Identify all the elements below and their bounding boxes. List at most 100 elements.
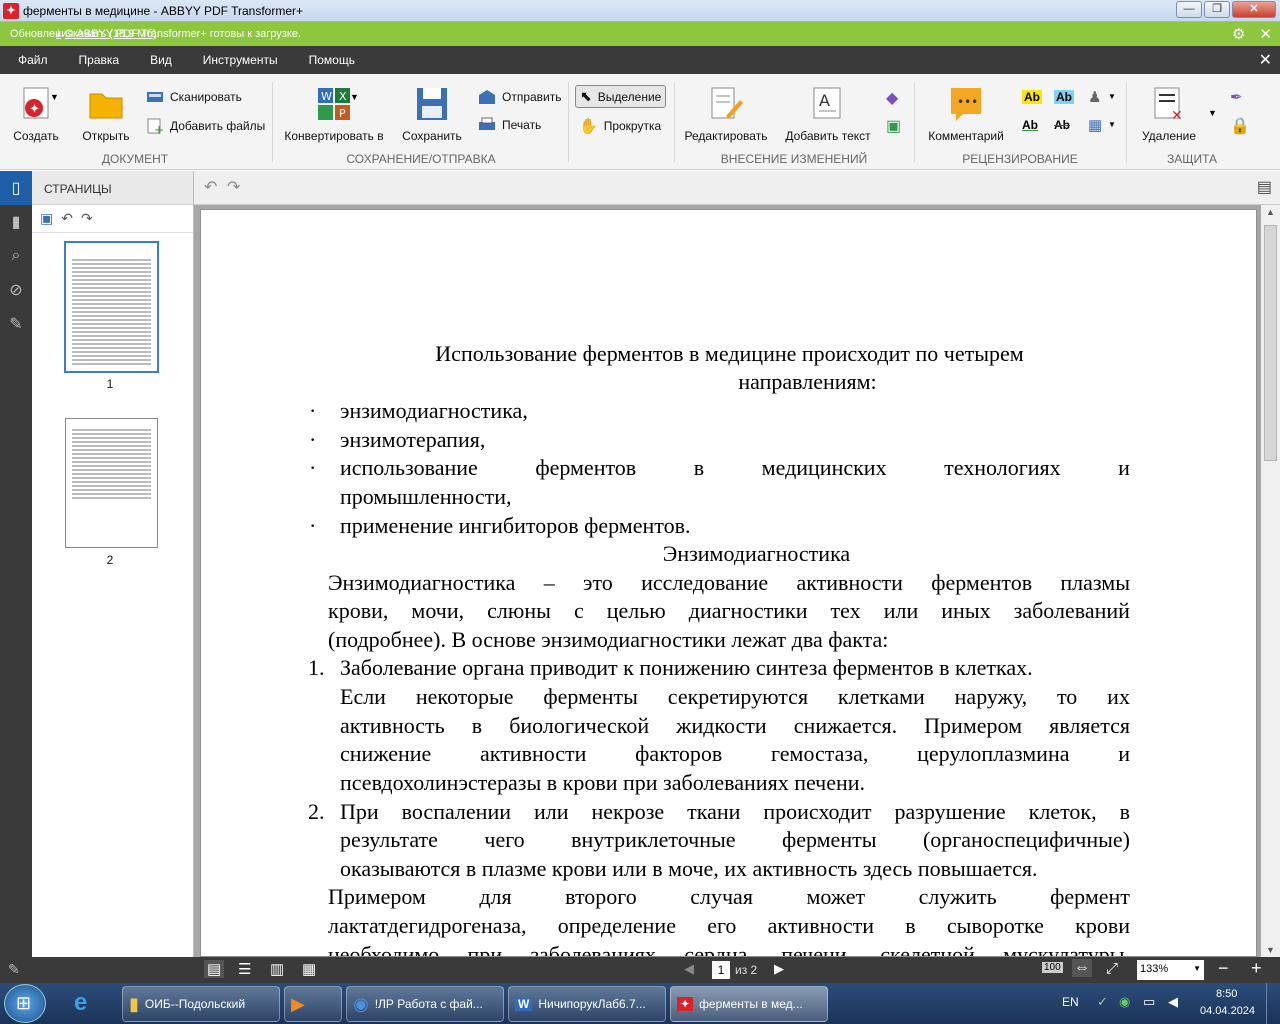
notes-icon[interactable]: ✎ (8, 961, 20, 978)
create-dropdown-icon[interactable]: ▼ (50, 92, 59, 102)
word: Примером (924, 713, 1023, 738)
word: происходит (763, 799, 872, 824)
print-button[interactable]: Печать (478, 117, 541, 133)
close-document-icon[interactable]: ✕ (1259, 50, 1272, 70)
add-text-button[interactable]: A Добавить текст (782, 86, 874, 143)
start-button[interactable]: ⊞ (4, 984, 46, 1023)
settings-gear-icon[interactable]: ⚙ (1232, 25, 1245, 43)
redo-icon[interactable]: ↷ (227, 177, 240, 197)
underline-text-icon[interactable]: Ab (1022, 118, 1038, 132)
show-desktop-button[interactable] (1266, 983, 1280, 1024)
single-page-view-icon[interactable]: ▤ (204, 960, 225, 978)
clock-time[interactable]: 8:50 (1216, 988, 1237, 1000)
comment-button[interactable]: ••• Комментарий (922, 86, 1010, 143)
clock-date[interactable]: 04.04.2024 (1200, 1005, 1255, 1017)
select-tool-button[interactable]: ⬉ Выделение (575, 85, 667, 108)
send-button[interactable]: Отправить (478, 89, 562, 105)
search-icon[interactable]: ⌕ (0, 239, 32, 273)
two-page-view-icon[interactable]: ▥ (270, 960, 284, 978)
paragraph-line: Энзимодиагностика – это исследование активно… (328, 569, 1130, 598)
page-thumbnail-2[interactable] (65, 418, 158, 548)
zoom-select[interactable]: 133% ▼ (1137, 960, 1204, 980)
add-text-icon: A (813, 87, 841, 119)
comments-pane-icon[interactable]: ▤ (1257, 177, 1272, 197)
convert-dropdown-icon[interactable]: ▼ (350, 92, 359, 102)
menu-file[interactable]: Файл (18, 53, 48, 67)
maximize-button[interactable]: ❐ (1204, 1, 1230, 18)
bookmark-icon[interactable]: ▮ (0, 205, 32, 239)
word: целью (606, 598, 666, 623)
strikethrough-text-icon[interactable]: Ab (1054, 118, 1070, 132)
language-indicator[interactable]: EN (1062, 995, 1079, 1009)
fit-width-icon[interactable]: ⇔ (1072, 959, 1092, 977)
delete-dropdown-icon[interactable]: ▼ (1208, 108, 1217, 118)
vertical-scrollbar[interactable]: ▲ ▼ (1261, 205, 1280, 957)
actual-size-icon[interactable]: 100 (1042, 962, 1063, 973)
add-files-button[interactable]: + Добавить файлы (146, 117, 265, 135)
signature-icon[interactable]: ✎ (0, 307, 32, 341)
word: некоторые (415, 684, 514, 709)
save-button[interactable]: Сохранить (400, 86, 464, 143)
scroll-down-icon[interactable]: ▼ (1266, 945, 1275, 955)
zoom-in-icon[interactable]: + (1251, 958, 1262, 979)
taskbar-item-media[interactable]: ▶ (284, 986, 342, 1022)
internet-explorer-icon[interactable]: e (74, 989, 87, 1017)
scrollbar-thumb[interactable] (1264, 225, 1277, 461)
calendar-dropdown-icon[interactable]: ▼ (1108, 120, 1116, 129)
highlight-text-icon[interactable]: Ab (1022, 90, 1042, 104)
text-color-icon[interactable]: Ab (1054, 90, 1074, 104)
taskbar-item-folder[interactable]: ▮ ОИБ--Подольский (122, 986, 280, 1022)
menu-edit[interactable]: Правка (79, 53, 120, 67)
bullet-marker: · (309, 513, 317, 538)
bullet-marker: · (309, 427, 317, 452)
stamp-dropdown-icon[interactable]: ▼ (1108, 92, 1116, 101)
volume-icon[interactable]: ◀ (1168, 994, 1178, 1010)
taskbar-item-pdf-transformer[interactable]: ✦ ферменты в мед... (670, 986, 828, 1022)
sign-pen-icon[interactable]: ✒ (1230, 88, 1243, 106)
page-thumbnail-1[interactable] (64, 241, 159, 373)
menu-view[interactable]: Вид (150, 53, 172, 67)
convert-button[interactable]: WXP Конвертировать в (282, 86, 386, 143)
menu-tools[interactable]: Инструменты (203, 53, 278, 67)
fit-page-icon[interactable]: ⤢ (1106, 960, 1118, 977)
rotate-left-icon[interactable]: ↶ (61, 210, 73, 227)
two-page-continuous-icon[interactable]: ▦ (302, 960, 316, 978)
previous-page-icon[interactable]: ◀ (684, 961, 694, 977)
rotate-right-icon[interactable]: ↷ (81, 210, 93, 227)
word: наружу, (954, 684, 1028, 709)
minimize-button[interactable]: — (1176, 1, 1202, 18)
scroll-tool-button[interactable]: ✋ Прокрутка (579, 117, 661, 135)
word: или (883, 598, 919, 623)
tray-security-icon[interactable]: ✓ (1097, 994, 1108, 1010)
stamp-icon[interactable]: ♟ (1088, 88, 1101, 106)
download-link[interactable]: ⤓ Скачать (18,9 Мб) (56, 28, 156, 41)
pages-panel-icon[interactable]: ▯ (0, 171, 32, 205)
lock-icon[interactable]: 🔒 (1230, 116, 1250, 136)
attachment-icon[interactable]: ⊘ (0, 273, 32, 307)
delete-button[interactable]: ✕ Удаление (1134, 86, 1204, 143)
office-formats-icon: W XP (318, 88, 350, 120)
add-image-icon[interactable]: ▣ (886, 116, 901, 136)
zoom-out-icon[interactable]: − (1218, 958, 1229, 979)
close-window-button[interactable]: ✕ (1232, 1, 1276, 18)
network-icon[interactable]: ▭ (1143, 994, 1155, 1010)
edit-button[interactable]: Редактировать (682, 86, 770, 143)
page-properties-icon[interactable]: ▣ (40, 210, 53, 227)
taskbar-item-word[interactable]: W НичипорукЛаб6.7... (508, 986, 666, 1022)
scan-button[interactable]: Сканировать (146, 89, 242, 105)
next-page-icon[interactable]: ▶ (774, 961, 784, 977)
calendar-icon[interactable]: ▦ (1088, 116, 1102, 134)
tray-app-icon[interactable]: ◉ (1119, 994, 1130, 1010)
taskbar-item-chrome[interactable]: ◉ !ЛР Работа с фай... (346, 986, 504, 1022)
open-button[interactable]: Открыть (78, 86, 134, 143)
menu-help[interactable]: Помощь (309, 53, 355, 67)
undo-icon[interactable]: ↶ (204, 177, 217, 197)
pages-panel: СТРАНИЦЫ ▣ ↶ ↷ 1 2 (32, 171, 194, 957)
continuous-view-icon[interactable]: ☰ (238, 960, 251, 978)
close-notification-icon[interactable]: ✕ (1259, 25, 1272, 43)
scroll-up-icon[interactable]: ▲ (1266, 207, 1275, 217)
page-number-input[interactable]: 1 (712, 961, 730, 979)
eraser-icon[interactable]: ◆ (886, 88, 898, 108)
group-review-label: РЕЦЕНЗИРОВАНИЕ (962, 152, 1078, 166)
word: активности (480, 741, 587, 766)
